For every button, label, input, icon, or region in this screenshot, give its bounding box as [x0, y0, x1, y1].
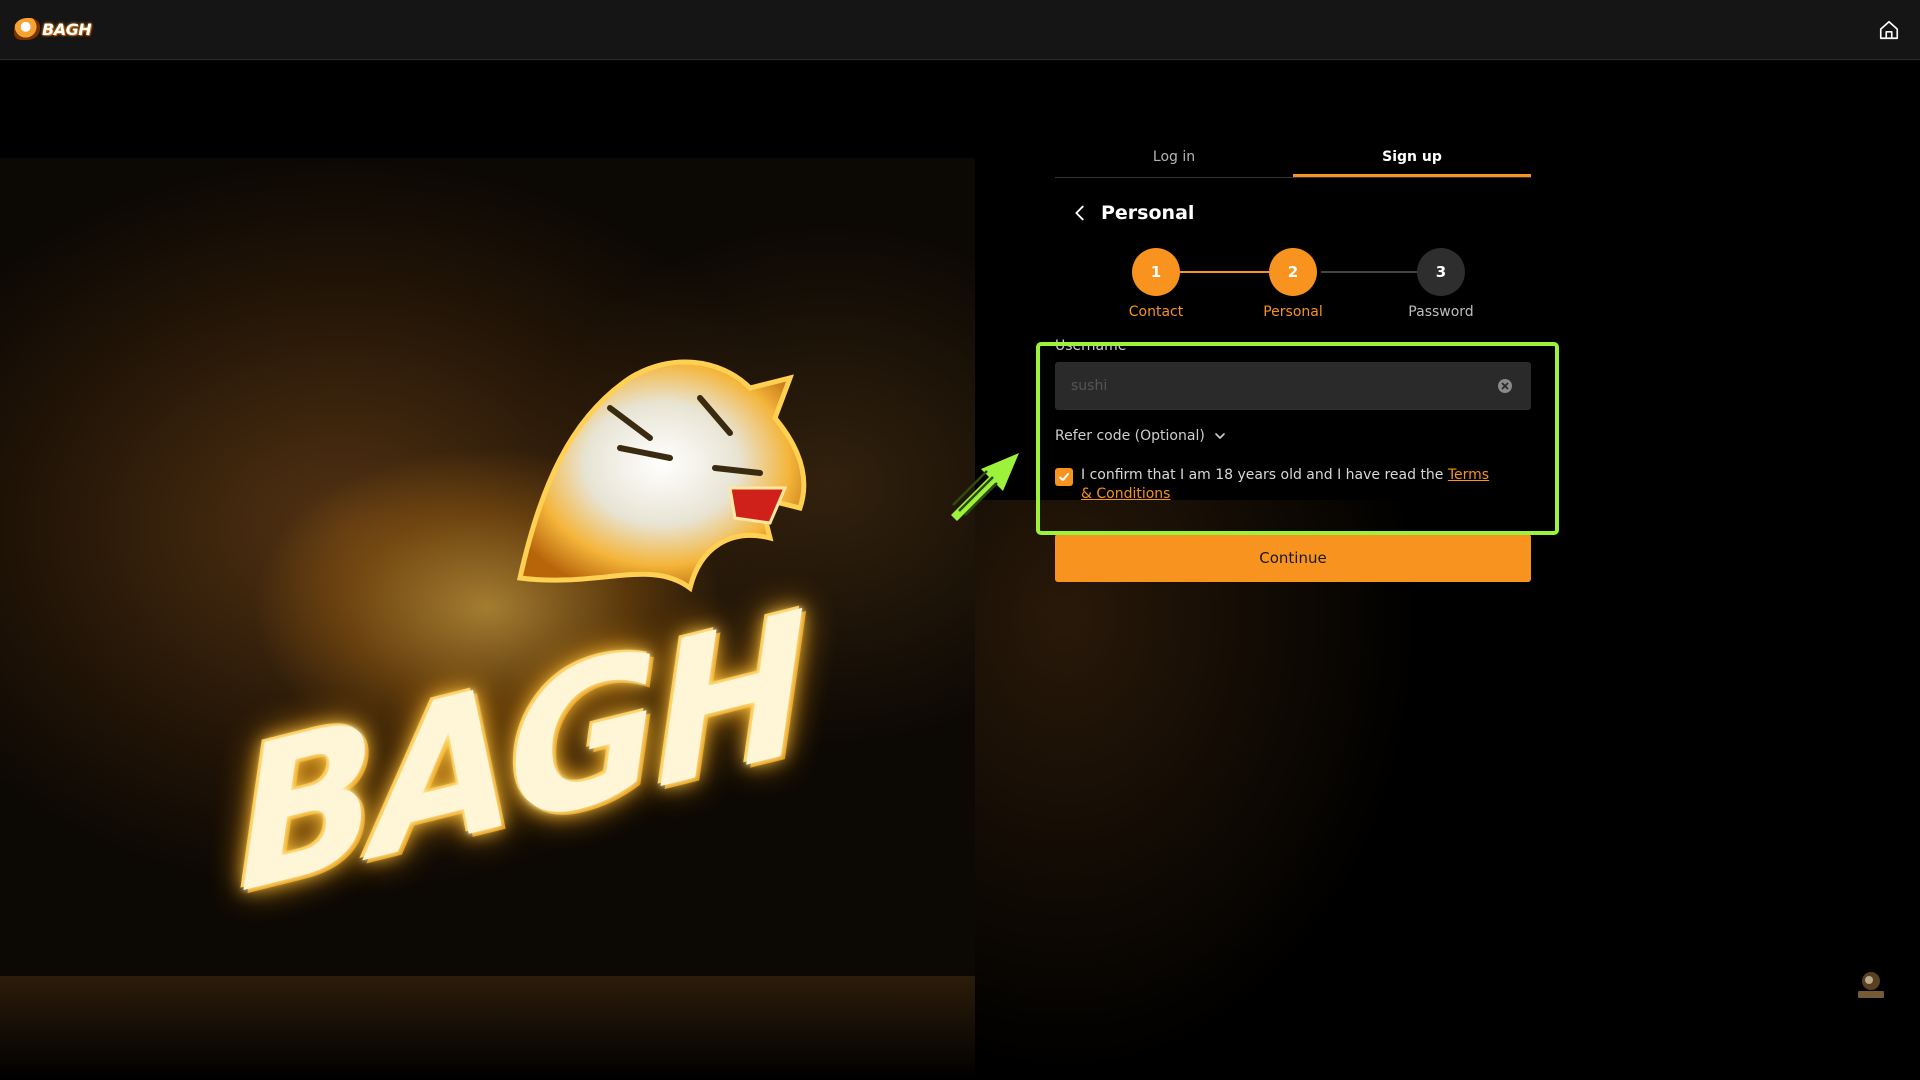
tab-sign-up[interactable]: Sign up [1293, 140, 1531, 177]
signup-stepper: 1 Contact 2 Personal 3 Password [1055, 248, 1531, 332]
step-number: 2 [1269, 248, 1317, 296]
hero-brand-text: BAGH [233, 569, 807, 937]
step-label: Password [1408, 304, 1474, 320]
refer-code-toggle[interactable]: Refer code (Optional) [1055, 428, 1227, 444]
step-label: Personal [1263, 304, 1323, 320]
age-confirm-checkbox[interactable] [1055, 468, 1073, 486]
confirm-statement: I confirm that I am 18 years old and I h… [1081, 467, 1448, 483]
age-confirm-text: I confirm that I am 18 years old and I h… [1081, 466, 1501, 504]
tiger-logo-icon [14, 18, 40, 40]
hero-fade [0, 976, 975, 1080]
clear-icon[interactable] [1497, 378, 1513, 394]
tiger-watermark-icon [1858, 972, 1884, 998]
username-field-wrapper [1055, 362, 1531, 410]
background-glow [975, 500, 1425, 1080]
step-number: 1 [1132, 248, 1180, 296]
tab-log-in[interactable]: Log in [1055, 140, 1293, 177]
step-header: Personal [1055, 198, 1531, 228]
step-password: 3 Password [1396, 248, 1486, 320]
page-title: Personal [1101, 202, 1195, 224]
step-personal: 2 Personal [1248, 248, 1338, 320]
check-icon [1059, 473, 1069, 481]
hero-banner: BAGH [0, 158, 975, 976]
auth-tabs: Log in Sign up [1055, 140, 1531, 178]
username-label: Username [1055, 338, 1127, 354]
arrow-annotation-icon [951, 453, 1019, 521]
continue-button[interactable]: Continue [1055, 534, 1531, 582]
username-input[interactable] [1055, 362, 1531, 410]
age-confirm-row: I confirm that I am 18 years old and I h… [1055, 466, 1531, 504]
chevron-down-icon [1214, 433, 1225, 439]
tiger-head-icon [516, 359, 807, 593]
step-label: Contact [1128, 304, 1184, 320]
auth-panel: Log in Sign up Personal 1 Contact 2 Pers… [1055, 140, 1531, 582]
logo-text: BAGH [42, 19, 92, 39]
step-number: 3 [1417, 248, 1465, 296]
step-contact: 1 Contact [1111, 248, 1201, 320]
home-icon[interactable] [1878, 19, 1900, 41]
refer-code-label: Refer code (Optional) [1055, 428, 1205, 444]
chevron-left-icon[interactable] [1069, 202, 1091, 224]
top-bar: BAGH [0, 0, 1920, 60]
site-logo[interactable]: BAGH [14, 14, 98, 44]
